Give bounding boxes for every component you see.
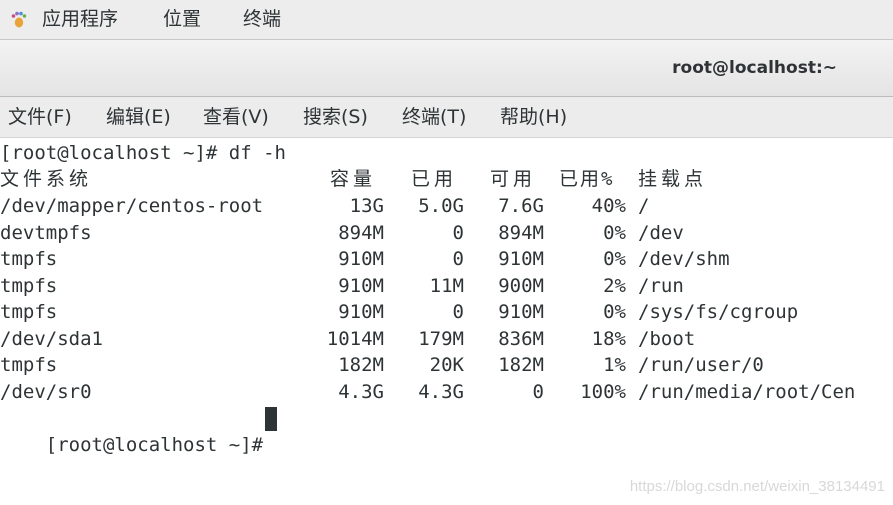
df-cell-filesystem: tmpfs — [0, 248, 58, 270]
df-cell-size: 13G — [349, 195, 384, 217]
text-cursor — [265, 407, 277, 431]
df-cell-filesystem: /dev/sda1 — [0, 327, 103, 350]
df-cell-use-pct: 18% — [591, 327, 626, 350]
df-cell-avail: 0 — [532, 380, 544, 403]
df-cell-mount: /run/user/0 — [638, 354, 764, 376]
df-cell-size: 182M — [338, 354, 384, 376]
menu-view[interactable]: 查看(V) — [203, 97, 269, 137]
menu-help[interactable]: 帮助(H) — [500, 97, 567, 137]
df-row: tmpfs 182M 20K 182M 1% /run/user/0 — [0, 352, 893, 378]
df-cell-use-pct: 0% — [603, 248, 626, 270]
df-row: tmpfs 910M 11M 900M 2% /run — [0, 273, 893, 299]
df-cell-used: 11M — [429, 274, 464, 297]
df-cell-filesystem: tmpfs — [0, 274, 58, 297]
df-cell-size: 910M — [338, 301, 384, 323]
gnome-foot-icon[interactable] — [10, 11, 28, 29]
df-cell-mount: / — [638, 195, 650, 217]
df-cell-avail: 7.6G — [498, 195, 544, 217]
df-cell-use-pct: 2% — [603, 274, 626, 297]
df-cell-used: 5.0G — [418, 195, 464, 217]
df-cell-size: 894M — [338, 221, 384, 244]
gnome-top-bar: 应用程序 位置 终端 — [0, 0, 893, 40]
applications-menu[interactable]: 应用程序 — [42, 0, 118, 38]
df-cell-used: 20K — [429, 354, 464, 376]
shell-prompt: [root@localhost ~]# — [45, 434, 264, 456]
df-row: tmpfs 910M 0 910M 0% /dev/shm — [0, 246, 893, 272]
df-cell-mount: /boot — [638, 327, 696, 350]
df-cell-filesystem: /dev/sr0 — [0, 380, 92, 403]
menu-terminal[interactable]: 终端(T) — [402, 97, 466, 137]
places-menu[interactable]: 位置 — [163, 0, 201, 38]
df-cell-size: 1014M — [326, 327, 384, 350]
df-cell-filesystem: tmpfs — [0, 301, 58, 323]
df-cell-used: 0 — [452, 248, 464, 270]
df-cell-size: 4.3G — [338, 380, 384, 403]
df-row: /dev/sda1 1014M 179M 836M 18% /boot — [0, 326, 893, 352]
df-cell-used: 4.3G — [418, 380, 464, 403]
header-used: 已用 — [411, 168, 458, 190]
df-cell-use-pct: 100% — [580, 380, 626, 403]
header-avail: 可用 — [490, 168, 537, 190]
df-row: /dev/mapper/centos-root 13G 5.0G 7.6G 40% / — [0, 193, 893, 219]
df-cell-filesystem: tmpfs — [0, 354, 58, 376]
prompt-line: [root@localhost ~]# — [0, 406, 263, 456]
window-title-bar[interactable]: root@localhost:~ — [0, 40, 893, 97]
df-cell-used: 179M — [418, 327, 464, 350]
header-filesystem: 文件系统 — [0, 168, 93, 190]
df-cell-used: 0 — [452, 221, 464, 244]
df-row: tmpfs 910M 0 910M 0% /sys/fs/cgroup — [0, 299, 893, 325]
menu-edit[interactable]: 编辑(E) — [106, 97, 171, 137]
menu-search[interactable]: 搜索(S) — [303, 97, 368, 137]
terminal-app-menu[interactable]: 终端 — [243, 0, 281, 38]
df-cell-size: 910M — [338, 274, 384, 297]
terminal-output[interactable]: [root@localhost ~]# df -h 文件系统 容量 已用 可用 … — [0, 138, 893, 505]
menu-bar: 文件(F) 编辑(E) 查看(V) 搜索(S) 终端(T) 帮助(H) — [0, 97, 893, 138]
df-cell-mount: /dev/shm — [638, 248, 730, 270]
df-cell-use-pct: 1% — [603, 354, 626, 376]
df-cell-avail: 182M — [498, 354, 544, 376]
df-cell-use-pct: 0% — [603, 221, 626, 244]
df-cell-used: 0 — [452, 301, 464, 323]
df-cell-avail: 910M — [498, 248, 544, 270]
df-cell-mount: /dev — [638, 221, 684, 244]
df-cell-use-pct: 0% — [603, 301, 626, 323]
df-cell-size: 910M — [338, 248, 384, 270]
df-header-row: 文件系统 容量 已用 可用 已用% 挂载点 — [0, 166, 893, 192]
header-size: 容量 — [330, 168, 377, 190]
df-cell-mount: /sys/fs/cgroup — [638, 301, 799, 323]
df-cell-filesystem: /dev/mapper/centos-root — [0, 195, 264, 217]
df-cell-avail: 900M — [498, 274, 544, 297]
df-cell-avail: 894M — [498, 221, 544, 244]
df-cell-mount: /run — [638, 274, 684, 297]
df-row: devtmpfs 894M 0 894M 0% /dev — [0, 220, 893, 246]
df-cell-filesystem: devtmpfs — [0, 221, 92, 244]
window-title: root@localhost:~ — [672, 58, 837, 78]
command-line: [root@localhost ~]# df -h — [0, 142, 286, 164]
header-mounted-on: 挂载点 — [638, 168, 708, 190]
watermark: https://blog.csdn.net/weixin_38134491 — [629, 478, 885, 495]
df-cell-avail: 910M — [498, 301, 544, 323]
header-use-pct: 已用% — [559, 168, 615, 190]
df-cell-mount: /run/media/root/Cen — [638, 380, 856, 403]
df-cell-use-pct: 40% — [591, 195, 626, 217]
df-cell-avail: 836M — [498, 327, 544, 350]
menu-file[interactable]: 文件(F) — [8, 97, 72, 137]
df-row: /dev/sr0 4.3G 4.3G 0 100% /run/media/root/Cen — [0, 379, 893, 405]
